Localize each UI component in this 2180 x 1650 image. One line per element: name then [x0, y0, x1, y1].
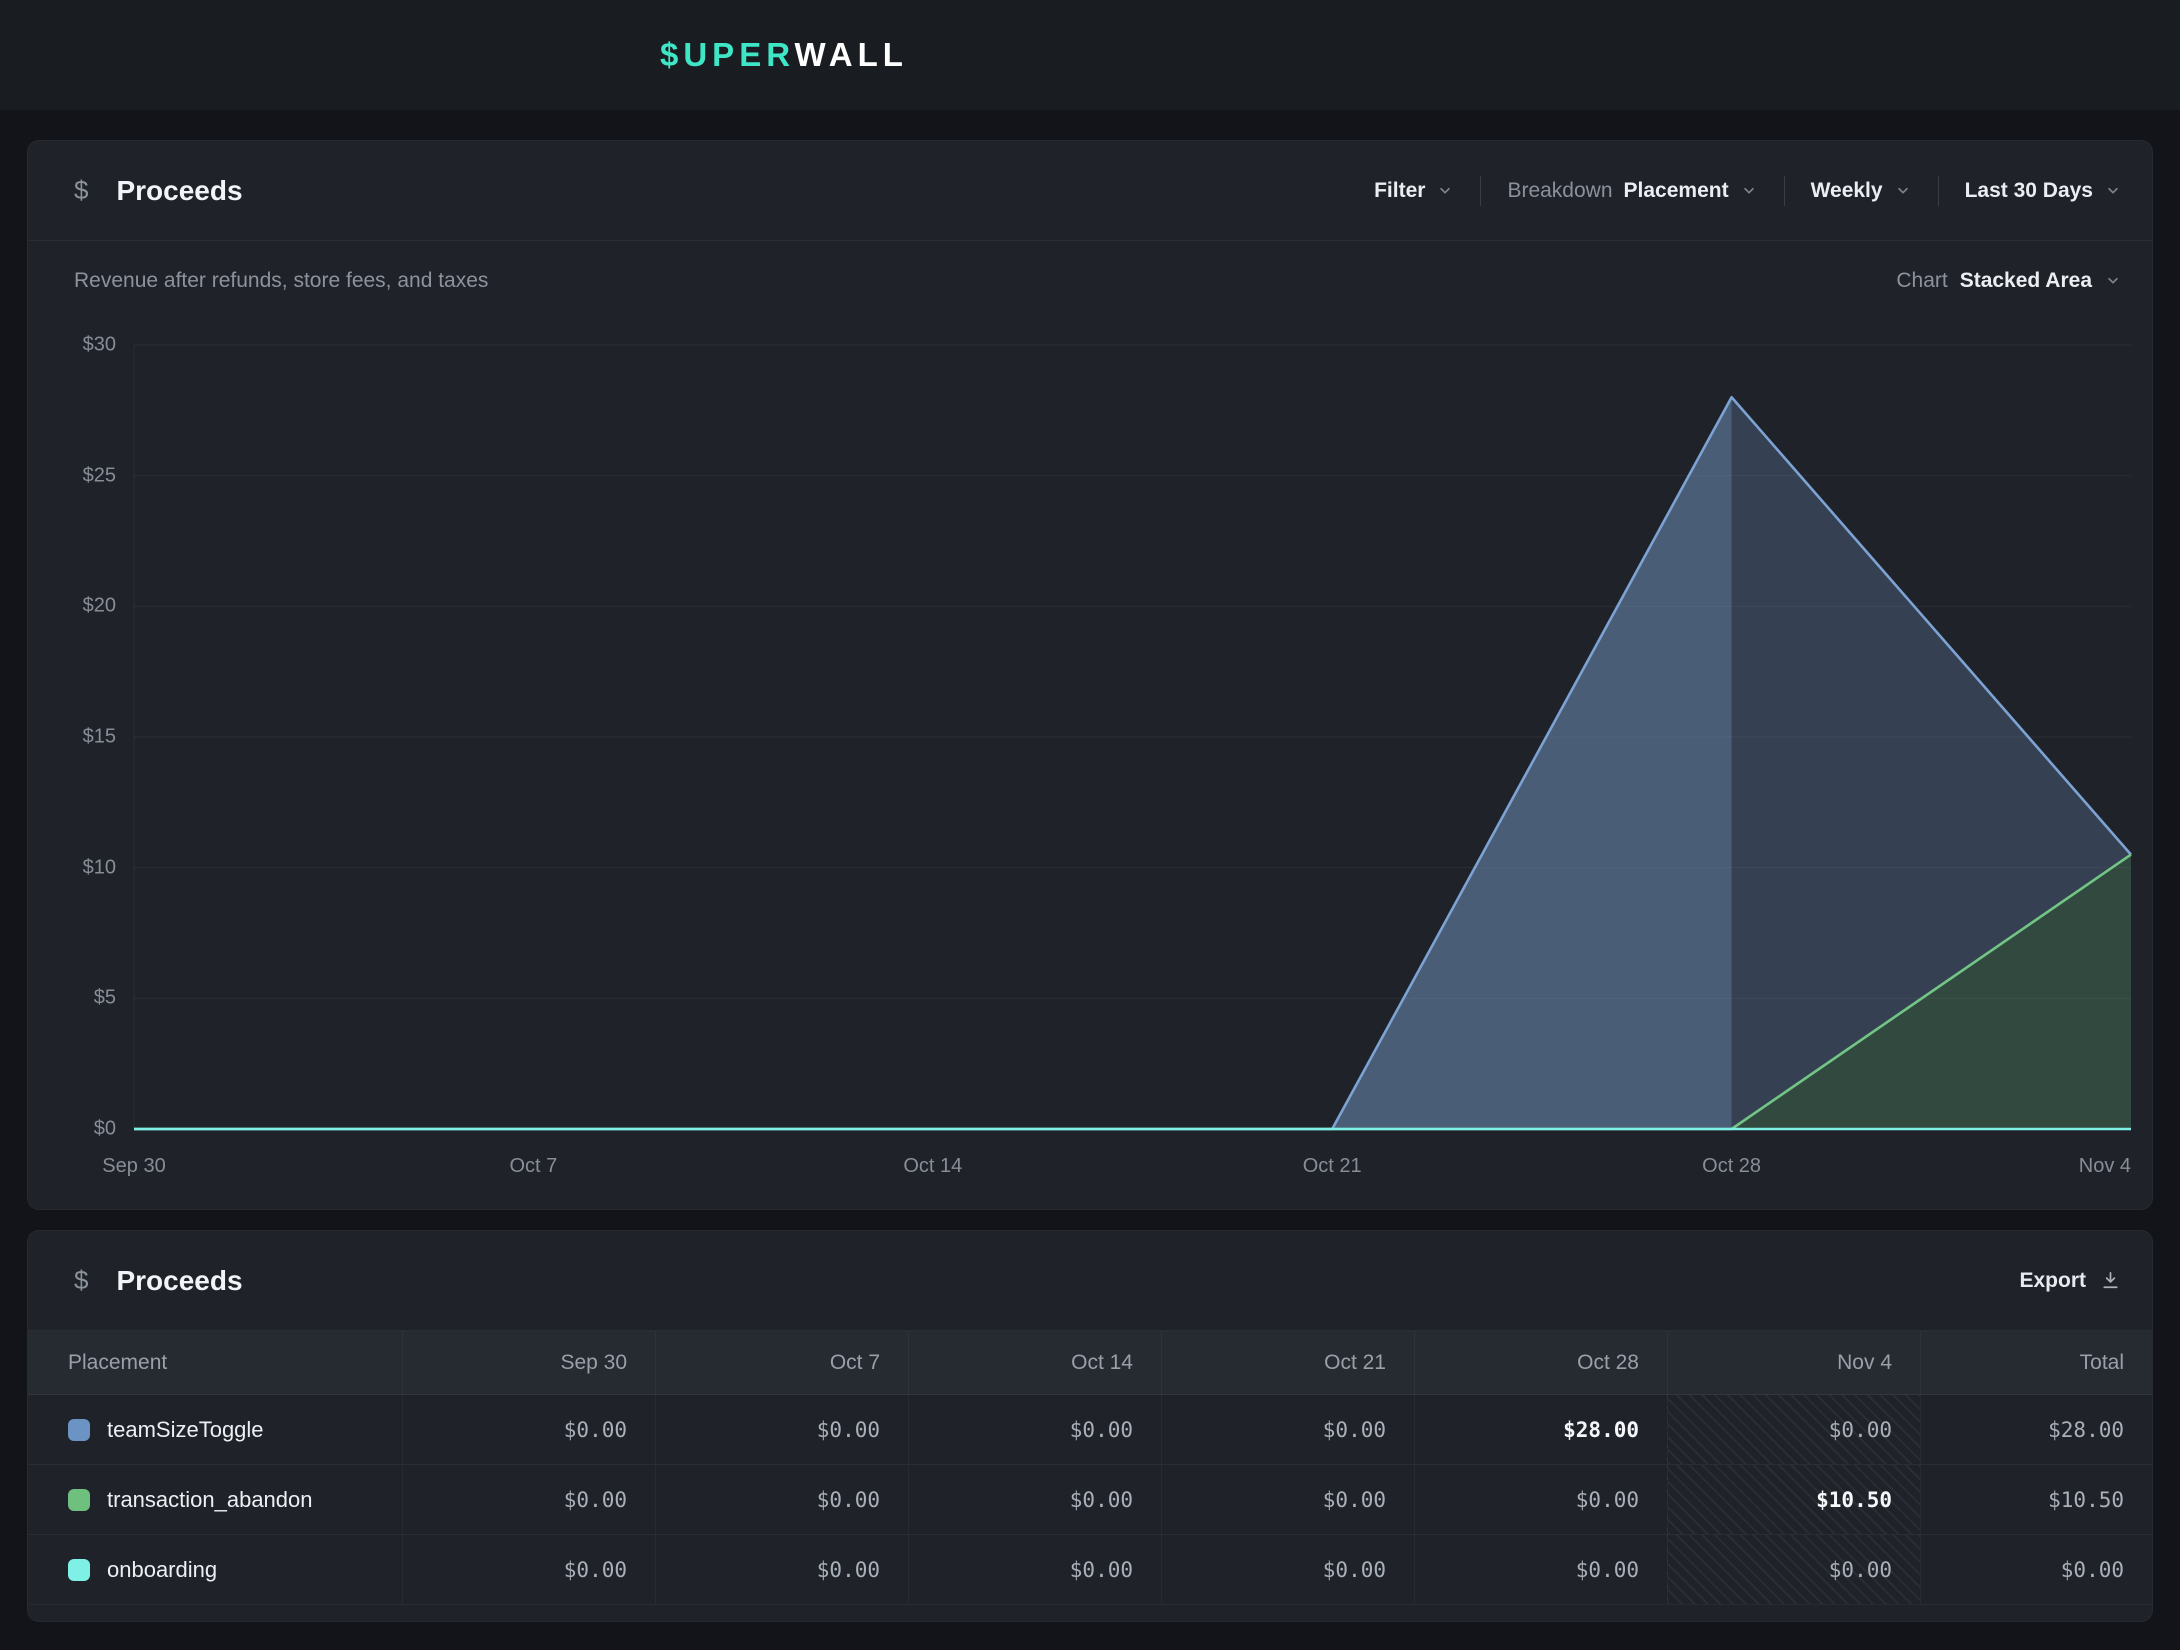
y-axis-label: $10 — [83, 856, 116, 879]
placement-cell: transaction_abandon — [28, 1465, 402, 1534]
download-icon — [2099, 1269, 2122, 1292]
filter-label: Filter — [1374, 179, 1425, 203]
chevron-down-icon — [1894, 182, 1912, 200]
chevron-down-icon — [1436, 182, 1454, 200]
breakdown-label: Breakdown — [1507, 179, 1612, 203]
chart-type-label: Chart — [1896, 269, 1947, 293]
table-header-cell: Nov 4 — [1667, 1331, 1920, 1394]
filter-dropdown[interactable]: Filter — [1348, 179, 1480, 203]
chart-plot[interactable]: $0$5$10$15$20$25$30Sep 30Oct 7Oct 14Oct … — [134, 345, 2131, 1129]
chart-card-title: Proceeds — [116, 175, 242, 207]
dollar-icon: $ — [74, 175, 88, 206]
table-header-cell: Oct 14 — [908, 1331, 1161, 1394]
table-cell: $0.00 — [655, 1465, 908, 1534]
series-color-swatch — [68, 1559, 90, 1581]
series-color-swatch — [68, 1419, 90, 1441]
logo-suffix: WALL — [794, 36, 907, 73]
table-cell: $0.00 — [1161, 1465, 1414, 1534]
table-header-row: PlacementSep 30Oct 7Oct 14Oct 21Oct 28No… — [28, 1331, 2152, 1395]
topbar: $UPERWALL — [0, 0, 2180, 110]
table-cell: $0.00 — [402, 1395, 655, 1464]
table-header-cell: Oct 7 — [655, 1331, 908, 1394]
x-axis-label: Oct 28 — [1702, 1155, 1761, 1178]
table-row: teamSizeToggle$0.00$0.00$0.00$0.00$28.00… — [28, 1395, 2152, 1465]
table-cell: $0.00 — [1667, 1395, 1920, 1464]
table-header-cell: Total — [1920, 1331, 2152, 1394]
table-cell: $0.00 — [1920, 1535, 2152, 1604]
table-header-cell: Oct 21 — [1161, 1331, 1414, 1394]
chevron-down-icon — [1740, 182, 1758, 200]
chart-type-dropdown[interactable]: Chart Stacked Area — [1896, 269, 2122, 293]
table-cell: $0.00 — [1667, 1535, 1920, 1604]
table-cell: $0.00 — [1161, 1535, 1414, 1604]
placement-name: teamSizeToggle — [107, 1417, 264, 1443]
table-body: teamSizeToggle$0.00$0.00$0.00$0.00$28.00… — [28, 1395, 2152, 1605]
table-header-cell: Sep 30 — [402, 1331, 655, 1394]
chart-subheader: Revenue after refunds, store fees, and t… — [28, 241, 2152, 293]
proceeds-table-card: $ Proceeds Export PlacementSep 30Oct 7Oc… — [27, 1230, 2153, 1622]
x-axis-label: Sep 30 — [102, 1155, 165, 1178]
table-cell: $10.50 — [1667, 1465, 1920, 1534]
stacked-area-chart — [134, 345, 2131, 1129]
table-row: transaction_abandon$0.00$0.00$0.00$0.00$… — [28, 1465, 2152, 1535]
x-axis-label: Nov 4 — [2079, 1155, 2131, 1178]
placement-cell: teamSizeToggle — [28, 1395, 402, 1464]
chart-type-value: Stacked Area — [1960, 269, 2092, 293]
table-cell: $0.00 — [655, 1535, 908, 1604]
table-cell: $0.00 — [1414, 1465, 1667, 1534]
placement-name: transaction_abandon — [107, 1487, 313, 1513]
series-color-swatch — [68, 1489, 90, 1511]
table-cell: $0.00 — [1161, 1395, 1414, 1464]
x-axis-label: Oct 14 — [903, 1155, 962, 1178]
interval-dropdown[interactable]: Weekly — [1785, 179, 1938, 203]
table-bottom-padding — [28, 1605, 2152, 1621]
proceeds-chart-card: $ Proceeds Filter Breakdown Placement We… — [27, 140, 2153, 1210]
table-cell: $0.00 — [908, 1465, 1161, 1534]
table-cell: $10.50 — [1920, 1465, 2152, 1534]
proceeds-table: PlacementSep 30Oct 7Oct 14Oct 21Oct 28No… — [28, 1331, 2152, 1621]
table-cell: $0.00 — [1414, 1535, 1667, 1604]
export-button[interactable]: Export — [2019, 1269, 2122, 1293]
table-cell: $0.00 — [655, 1395, 908, 1464]
superwall-logo[interactable]: $UPERWALL — [660, 36, 908, 74]
chevron-down-icon — [2104, 272, 2122, 290]
chart-controls: Filter Breakdown Placement Weekly Last 3… — [1348, 176, 2122, 206]
date-range-value: Last 30 Days — [1965, 179, 2093, 203]
page: { "topbar": { "logo_teal": "$UPER", "log… — [0, 0, 2180, 1650]
table-cell: $0.00 — [908, 1535, 1161, 1604]
y-axis-label: $15 — [83, 726, 116, 749]
y-axis-label: $30 — [83, 334, 116, 357]
chart-area: $0$5$10$15$20$25$30Sep 30Oct 7Oct 14Oct … — [74, 345, 2131, 1209]
breakdown-dropdown[interactable]: Breakdown Placement — [1481, 179, 1783, 203]
date-range-dropdown[interactable]: Last 30 Days — [1939, 179, 2122, 203]
table-cell: $28.00 — [1414, 1395, 1667, 1464]
chart-subtitle: Revenue after refunds, store fees, and t… — [74, 269, 488, 293]
x-axis-label: Oct 21 — [1303, 1155, 1362, 1178]
dollar-icon: $ — [74, 1265, 88, 1296]
y-axis-label: $25 — [83, 464, 116, 487]
y-axis-label: $0 — [94, 1118, 116, 1141]
table-cell: $0.00 — [402, 1465, 655, 1534]
table-header-cell: Oct 28 — [1414, 1331, 1667, 1394]
chevron-down-icon — [2104, 182, 2122, 200]
y-axis-label: $20 — [83, 595, 116, 618]
table-cell: $28.00 — [1920, 1395, 2152, 1464]
logo-prefix: $UPER — [660, 36, 794, 73]
table-card-title: Proceeds — [116, 1265, 242, 1297]
table-card-header: $ Proceeds Export — [28, 1231, 2152, 1331]
y-axis-label: $5 — [94, 987, 116, 1010]
chart-card-header: $ Proceeds Filter Breakdown Placement We… — [28, 141, 2152, 241]
placement-name: onboarding — [107, 1557, 217, 1583]
table-row: onboarding$0.00$0.00$0.00$0.00$0.00$0.00… — [28, 1535, 2152, 1605]
breakdown-value: Placement — [1624, 179, 1729, 203]
table-cell: $0.00 — [908, 1395, 1161, 1464]
export-label: Export — [2019, 1269, 2086, 1293]
x-axis-label: Oct 7 — [509, 1155, 557, 1178]
interval-value: Weekly — [1811, 179, 1883, 203]
table-header-cell: Placement — [28, 1331, 402, 1394]
table-cell: $0.00 — [402, 1535, 655, 1604]
placement-cell: onboarding — [28, 1535, 402, 1604]
